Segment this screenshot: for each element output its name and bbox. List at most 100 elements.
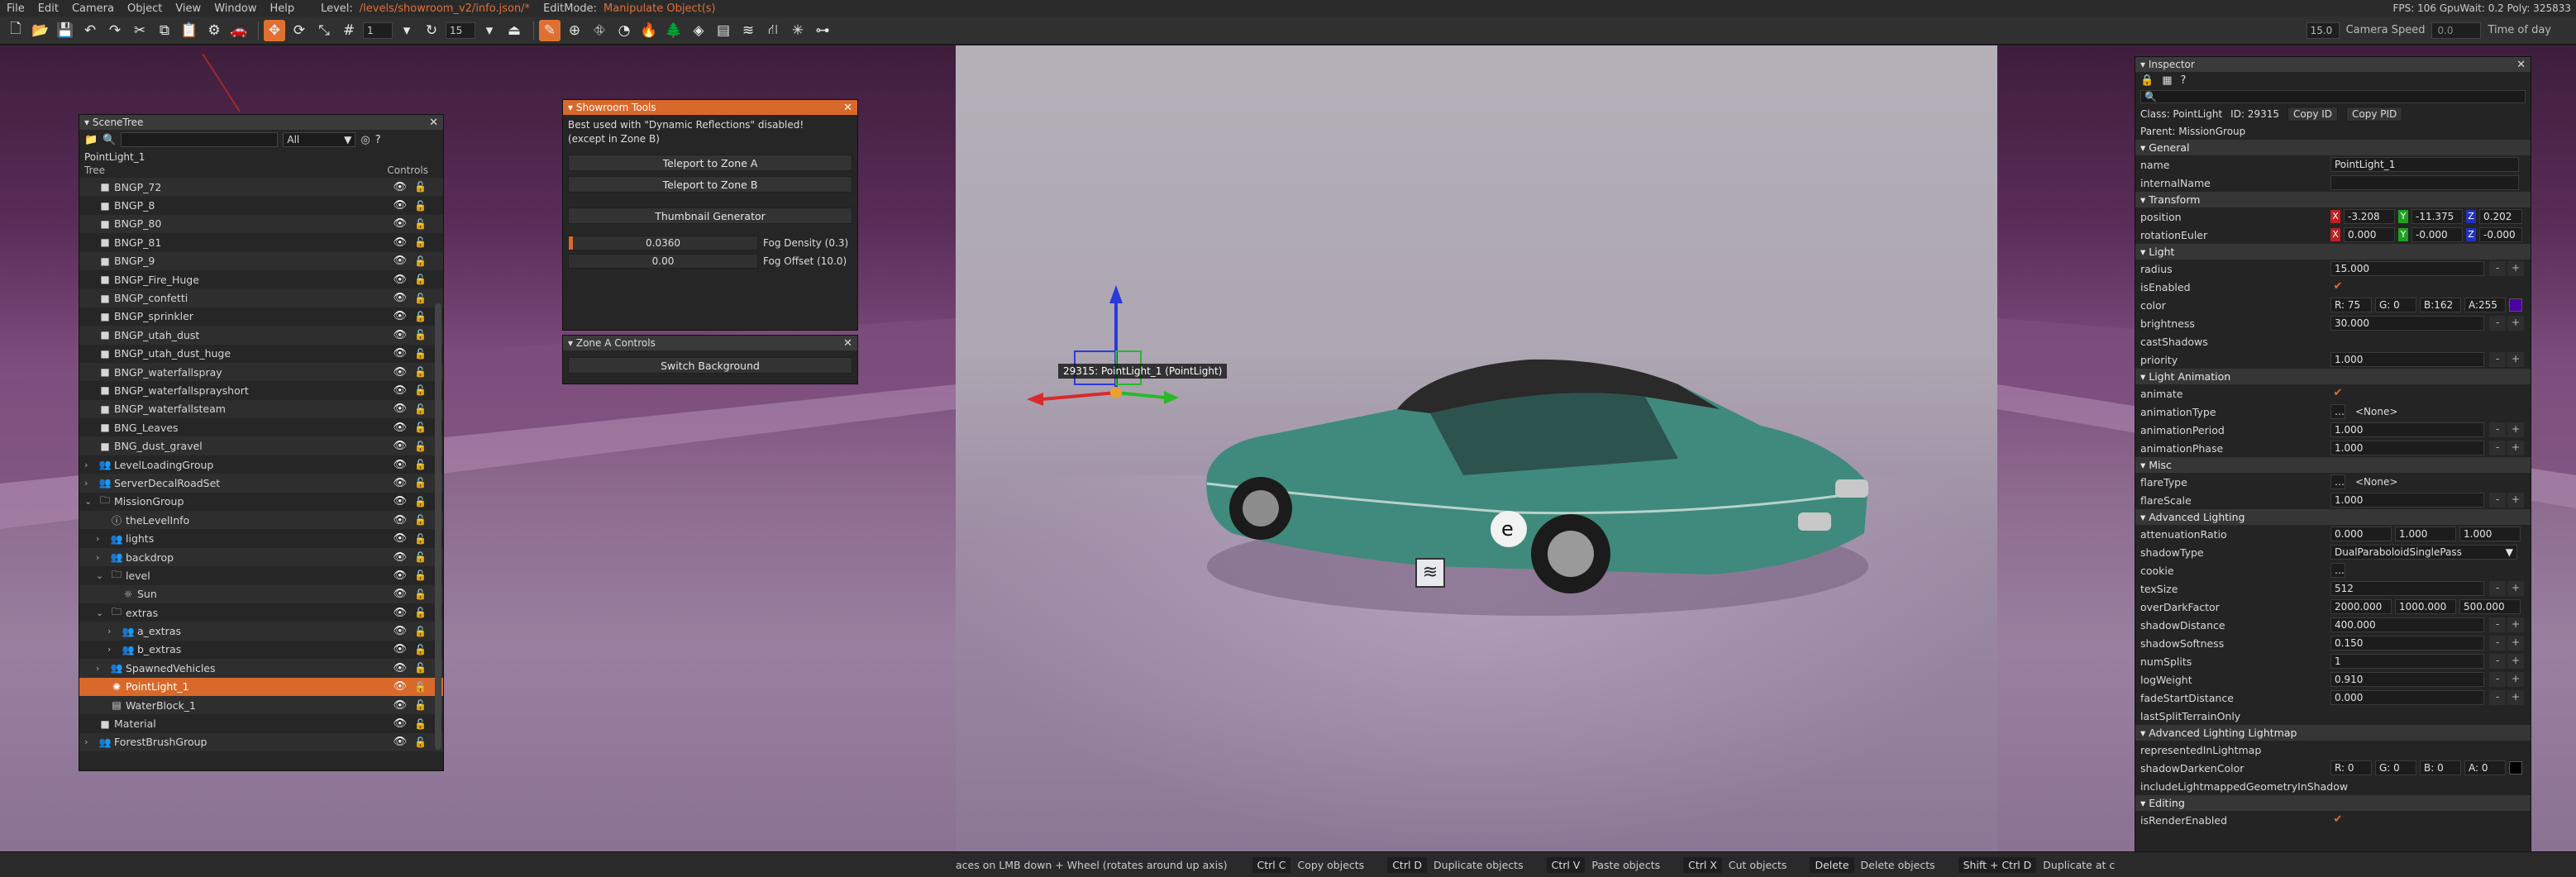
lock-icon[interactable]: 🔓 — [414, 200, 427, 212]
color-a-field[interactable]: A:255 — [2464, 298, 2506, 312]
close-icon[interactable]: ✕ — [843, 102, 852, 114]
lock-icon[interactable]: 🔓 — [414, 533, 427, 545]
menu-edit[interactable]: Edit — [31, 2, 65, 15]
scene-search-input[interactable] — [121, 132, 279, 147]
visibility-eye-icon[interactable]: 👁 — [393, 607, 407, 619]
section-editing[interactable]: ▾ Editing — [2135, 795, 2531, 811]
lock-icon[interactable]: 🔓 — [414, 607, 427, 618]
teleport-zone-a-button[interactable]: Teleport to Zone A — [568, 155, 852, 171]
position-y-field[interactable]: -11.375 — [2411, 209, 2463, 224]
visibility-eye-icon[interactable]: 👁 — [393, 347, 407, 360]
position-z-field[interactable]: 0.202 — [2479, 209, 2522, 224]
tree-row[interactable]: ■ BNGP_waterfallsteam 👁 🔓 — [79, 399, 443, 419]
lock-icon[interactable]: 🔓 — [414, 255, 427, 267]
scene-tree-titlebar[interactable]: ▾ SceneTree ✕ — [79, 115, 443, 130]
expand-arrow-icon[interactable]: › — [107, 644, 119, 655]
collapse-icon[interactable]: ▾ — [568, 337, 576, 349]
is-render-enabled-checkbox[interactable]: ✔ — [2330, 813, 2345, 827]
increment-button[interactable]: + — [2507, 441, 2524, 455]
expand-arrow-icon[interactable]: ⌄ — [96, 570, 107, 581]
terrain-snap-icon[interactable]: ⏏ — [503, 20, 525, 41]
visibility-eye-icon[interactable]: 👁 — [393, 440, 407, 452]
lock-icon[interactable]: 🔓 — [414, 403, 427, 415]
section-general[interactable]: ▾ General — [2135, 140, 2531, 155]
increment-button[interactable]: + — [2507, 422, 2524, 437]
tree-row[interactable]: ■ BNGP_Fire_Huge 👁 🔓 — [79, 270, 443, 288]
new-group-icon[interactable]: 📁 — [84, 134, 98, 146]
visibility-eye-icon[interactable]: 👁 — [393, 292, 407, 304]
decrement-button[interactable]: - — [2489, 422, 2506, 437]
tree-row[interactable]: ■ Material 👁 🔓 — [79, 714, 443, 732]
section-light-animation[interactable]: ▾ Light Animation — [2135, 369, 2531, 384]
visibility-eye-icon[interactable]: 👁 — [393, 459, 407, 471]
increment-button[interactable]: + — [2507, 636, 2524, 651]
road-lane-icon[interactable]: ⛙ — [762, 20, 784, 41]
lock-icon[interactable]: 🔓 — [414, 366, 427, 378]
fade-start-distance-field[interactable]: 0.000 — [2330, 690, 2484, 705]
object-select-tool-icon[interactable]: ✎ — [539, 19, 561, 41]
section-advanced-lighting-lightmap[interactable]: ▾ Advanced Lighting Lightmap — [2135, 725, 2531, 741]
undo-icon[interactable]: ↶ — [79, 20, 101, 41]
vehicle-icon[interactable]: 🚗 — [228, 20, 250, 41]
color-swatch[interactable] — [2509, 298, 2522, 312]
visibility-eye-icon[interactable]: 👁 — [393, 717, 407, 730]
forest-tool-icon[interactable]: 🌲 — [663, 20, 685, 41]
decrement-button[interactable]: - — [2489, 581, 2506, 596]
tree-row[interactable]: ■ BNGP_utah_dust 👁 🔓 — [79, 326, 443, 345]
lock-icon[interactable]: 🔓 — [414, 644, 427, 655]
tree-row[interactable]: ■ BNGP_waterfallsprayshort 👁 🔓 — [79, 381, 443, 399]
lock-icon[interactable]: 🔓 — [414, 274, 427, 285]
inspector-search-input[interactable]: 🔍 — [2140, 90, 2526, 103]
tree-row[interactable]: ■ BNGP_confetti 👁 🔓 — [79, 288, 443, 307]
section-misc[interactable]: ▾ Misc — [2135, 457, 2531, 473]
menu-object[interactable]: Object — [121, 2, 169, 15]
attenuation-3-field[interactable]: 1.000 — [2459, 527, 2521, 541]
increment-button[interactable]: + — [2507, 261, 2524, 276]
animation-phase-field[interactable]: 1.000 — [2330, 441, 2484, 455]
lock-icon[interactable]: 🔓 — [414, 218, 427, 230]
tex-size-field[interactable]: 512 — [2330, 581, 2484, 596]
shadow-darken-a-field[interactable]: A: 0 — [2464, 760, 2506, 775]
copy-icon[interactable]: ⧉ — [154, 20, 175, 41]
visibility-eye-icon[interactable]: 👁 — [393, 403, 407, 415]
open-folder-icon[interactable]: 📂 — [30, 20, 51, 41]
over-dark-2-field[interactable]: 1000.000 — [2395, 599, 2456, 614]
increment-button[interactable]: + — [2507, 654, 2524, 669]
shadow-darken-g-field[interactable]: G: 0 — [2375, 760, 2416, 775]
cast-shadows-checkbox[interactable] — [2330, 335, 2345, 348]
rotation-snap-field[interactable]: 15 — [446, 21, 475, 39]
tree-row[interactable]: ■ BNGP_utah_dust_huge 👁 🔓 — [79, 345, 443, 363]
animate-checkbox[interactable]: ✔ — [2330, 387, 2345, 400]
visibility-eye-icon[interactable]: 👁 — [393, 477, 407, 489]
rotation-x-field[interactable]: 0.000 — [2344, 227, 2395, 242]
expand-arrow-icon[interactable]: › — [96, 552, 107, 563]
expand-arrow-icon[interactable]: ⌄ — [96, 608, 107, 618]
visibility-eye-icon[interactable]: 👁 — [393, 255, 407, 267]
shadow-darken-b-field[interactable]: B: 0 — [2420, 760, 2461, 775]
attenuation-1-field[interactable]: 0.000 — [2330, 527, 2392, 541]
visibility-eye-icon[interactable]: 👁 — [393, 217, 407, 230]
scene-filter-select[interactable]: All ▼ — [283, 132, 356, 147]
tree-row[interactable]: ■ BNGP_8 👁 🔓 — [79, 196, 443, 214]
log-weight-field[interactable]: 0.910 — [2330, 672, 2484, 687]
layers-icon[interactable]: ◈ — [688, 20, 709, 41]
close-icon[interactable]: ✕ — [843, 337, 852, 350]
expand-arrow-icon[interactable]: › — [107, 626, 119, 636]
thumbnail-generator-button[interactable]: Thumbnail Generator — [568, 207, 852, 224]
inspector-titlebar[interactable]: ▾ Inspector ✕ — [2135, 57, 2531, 72]
cookie-picker[interactable]: … — [2330, 563, 2345, 578]
attenuation-2-field[interactable]: 1.000 — [2395, 527, 2456, 541]
shadow-darken-swatch[interactable] — [2509, 761, 2522, 775]
cut-icon[interactable]: ✂ — [129, 20, 150, 41]
collapse-icon[interactable]: ▾ — [84, 117, 93, 128]
increment-button[interactable]: + — [2507, 672, 2524, 687]
close-icon[interactable]: ✕ — [2516, 59, 2526, 71]
shadow-softness-field[interactable]: 0.150 — [2330, 636, 2484, 651]
showroom-titlebar[interactable]: ▾ Showroom Tools ✕ — [563, 100, 857, 115]
tree-row[interactable]: ■ BNG_dust_gravel 👁 🔓 — [79, 436, 443, 455]
fov-field[interactable]: 15.0 — [2306, 21, 2340, 39]
menu-view[interactable]: View — [169, 2, 208, 15]
visibility-eye-icon[interactable]: 👁 — [393, 699, 407, 712]
link-icon[interactable]: ◎ — [360, 134, 370, 146]
radius-field[interactable]: 15.000 — [2330, 261, 2484, 276]
